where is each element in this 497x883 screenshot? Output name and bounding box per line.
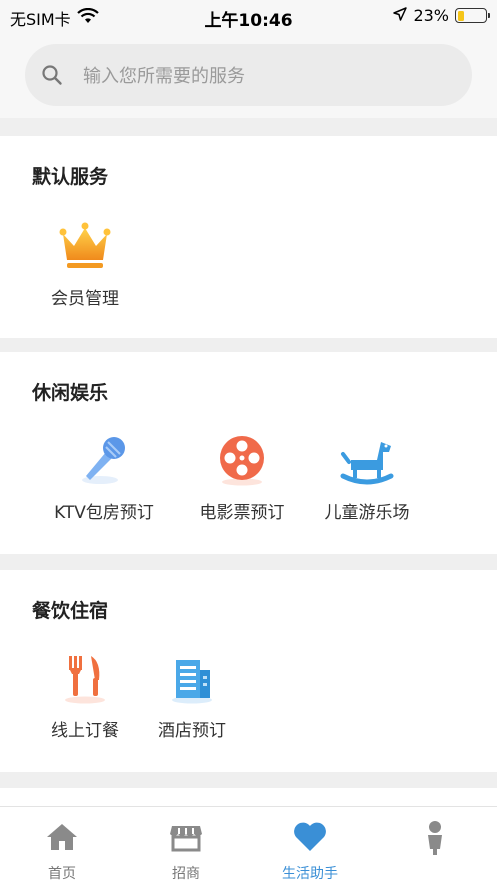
service-item-label: 会员管理 — [51, 289, 119, 309]
service-item-label: 线上订餐 — [51, 721, 119, 741]
service-item-kids-playground[interactable]: 儿童游乐场 — [305, 430, 429, 523]
fork-knife-icon — [55, 648, 115, 708]
tab-profile[interactable] — [373, 807, 497, 883]
microphone-icon — [74, 430, 134, 490]
section-default-services: 默认服务 会员管理 — [0, 136, 497, 338]
heart-icon — [290, 817, 330, 857]
search-area: 输入您所需要的服务 — [0, 32, 497, 118]
status-bar: 无SIM卡 上午10:46 23% — [0, 0, 497, 32]
search-input[interactable]: 输入您所需要的服务 — [25, 44, 472, 106]
search-icon — [42, 65, 62, 85]
tab-label: 首页 — [48, 866, 76, 882]
service-item-label: 酒店预订 — [158, 721, 226, 741]
section-leisure-entertainment: 休闲娱乐 KTV包房预订 电影票预订 儿童游乐场 — [0, 352, 497, 554]
tab-home[interactable]: 首页 — [0, 807, 124, 883]
tab-life-assistant[interactable]: 生活助手 — [248, 807, 372, 883]
section-dining-lodging: 餐饮住宿 线上订餐 酒店预订 — [0, 570, 497, 772]
service-item-ktv-booking[interactable]: KTV包房预订 — [42, 430, 166, 523]
service-item-label: KTV包房预订 — [54, 503, 154, 523]
service-item-label: 电影票预订 — [199, 503, 285, 523]
tab-label: 生活助手 — [282, 866, 338, 882]
service-item-online-ordering[interactable]: 线上订餐 — [23, 648, 147, 741]
battery-level-fill — [457, 10, 464, 21]
service-item-member-management[interactable]: 会员管理 — [23, 216, 147, 309]
section-title: 默认服务 — [32, 166, 109, 188]
rocking-horse-icon — [337, 430, 397, 490]
section-title: 休闲娱乐 — [32, 382, 109, 404]
battery-icon — [455, 8, 490, 23]
storefront-icon — [166, 817, 206, 857]
tab-label: 招商 — [172, 866, 200, 882]
hotel-building-icon — [162, 648, 222, 708]
location-arrow-icon — [393, 6, 408, 25]
section-title: 餐饮住宿 — [32, 600, 109, 622]
film-reel-icon — [212, 430, 272, 490]
bottom-tab-bar: 首页 招商 生活助手 — [0, 806, 497, 883]
tab-merchants[interactable]: 招商 — [124, 807, 248, 883]
service-item-hotel-booking[interactable]: 酒店预订 — [130, 648, 254, 741]
section-next-partial — [0, 788, 497, 806]
battery-percent: 23% — [413, 6, 449, 25]
search-placeholder: 输入您所需要的服务 — [83, 66, 245, 87]
service-item-movie-tickets[interactable]: 电影票预订 — [180, 430, 304, 523]
status-bar-right: 23% — [393, 6, 490, 25]
person-icon — [415, 817, 455, 857]
service-item-label: 儿童游乐场 — [324, 503, 410, 523]
home-icon — [42, 817, 82, 857]
crown-icon — [55, 216, 115, 276]
